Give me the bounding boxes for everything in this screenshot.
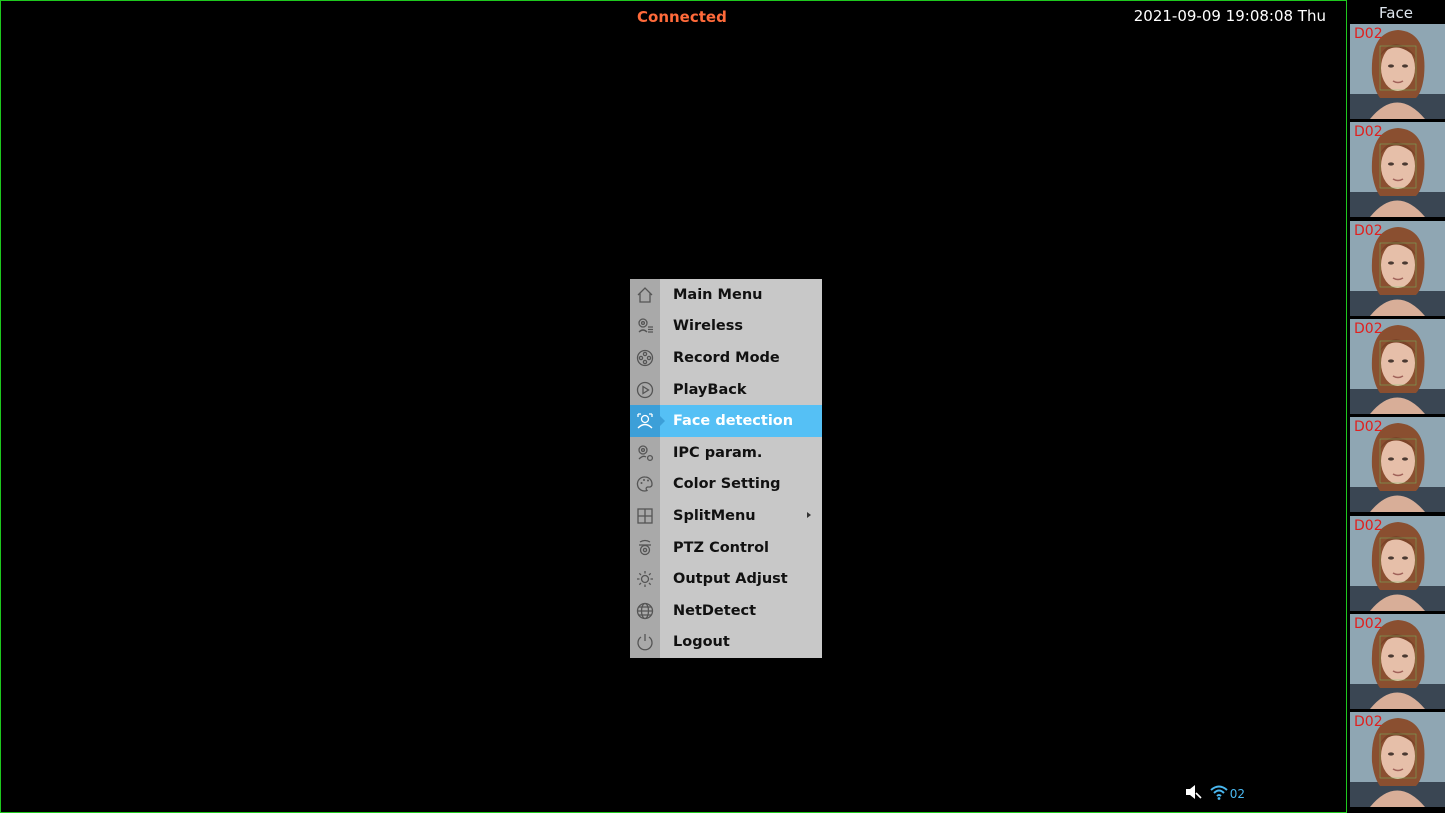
datetime-display: 2021-09-09 19:08:08 Thu	[1133, 7, 1326, 25]
menu-item-label: Main Menu	[673, 286, 763, 303]
connection-status: Connected	[637, 8, 727, 26]
selection-pointer	[660, 416, 665, 427]
menu-item-main-menu[interactable]: Main Menu	[630, 279, 822, 311]
face-thumbnail[interactable]: D02	[1350, 122, 1445, 218]
grid-split-icon	[630, 500, 660, 532]
wireless-camera-list-icon	[630, 311, 660, 343]
face-thumbnail[interactable]: D02	[1350, 318, 1445, 414]
face-thumbnail[interactable]: D02	[1350, 24, 1445, 119]
face-panel-title: Face	[1379, 4, 1413, 22]
menu-item-label: Face detection	[673, 413, 794, 430]
channel-tag: D02	[1354, 26, 1383, 42]
channel-tag: D02	[1354, 124, 1383, 141]
menu-item-playback[interactable]: PlayBack	[630, 374, 822, 406]
wifi-icon	[1210, 784, 1228, 804]
face-thumbnail[interactable]: D02	[1350, 515, 1445, 611]
power-icon	[630, 627, 660, 659]
face-thumbnail[interactable]: D02	[1350, 712, 1445, 808]
home-icon	[630, 279, 660, 311]
menu-item-ipc-param[interactable]: IPC param.	[630, 437, 822, 469]
channel-count: 02	[1229, 787, 1245, 801]
camera-settings-icon	[630, 437, 660, 469]
live-view-area[interactable]: Connected 2021-09-09 19:08:08 Thu Main M…	[0, 0, 1347, 813]
menu-item-label: PlayBack	[673, 381, 747, 398]
speaker-muted-icon[interactable]	[1184, 784, 1202, 804]
menu-item-label: PTZ Control	[673, 539, 770, 556]
film-reel-icon	[630, 342, 660, 374]
menu-item-label: Wireless	[673, 318, 744, 335]
menu-item-logout[interactable]: Logout	[630, 627, 822, 659]
menu-item-face-detection[interactable]: Face detection	[630, 405, 822, 437]
channel-tag: D02	[1354, 714, 1383, 731]
face-thumbnail[interactable]: D02	[1350, 220, 1445, 316]
face-capture-panel: Face D02 D02 D02 D02 D02 D02 D02 D02	[1347, 0, 1445, 813]
submenu-arrow-icon	[807, 512, 811, 519]
brightness-icon	[630, 563, 660, 595]
face-thumbnail[interactable]: D02	[1350, 417, 1445, 513]
menu-item-label: IPC param.	[673, 444, 763, 461]
menu-item-wireless[interactable]: Wireless	[630, 311, 822, 343]
face-thumbnail[interactable]: D02	[1350, 613, 1445, 709]
menu-item-label: Output Adjust	[673, 571, 788, 588]
channel-tag: D02	[1354, 222, 1383, 239]
menu-item-output-adjust[interactable]: Output Adjust	[630, 563, 822, 595]
palette-icon	[630, 469, 660, 501]
channel-tag: D02	[1354, 517, 1383, 534]
channel-tag: D02	[1354, 419, 1383, 436]
channel-tag: D02	[1354, 320, 1383, 337]
menu-item-record-mode[interactable]: Record Mode	[630, 342, 822, 374]
play-circle-icon	[630, 374, 660, 406]
menu-item-color-setting[interactable]: Color Setting	[630, 469, 822, 501]
menu-item-splitmenu[interactable]: SplitMenu	[630, 500, 822, 532]
menu-item-label: Logout	[673, 634, 730, 651]
channel-tag: D02	[1354, 615, 1383, 632]
menu-item-label: NetDetect	[673, 602, 757, 619]
status-bar: 02	[1184, 784, 1245, 804]
face-scan-icon	[630, 405, 660, 437]
globe-icon	[630, 595, 660, 627]
menu-item-ptz-control[interactable]: PTZ Control	[630, 532, 822, 564]
menu-item-label: Color Setting	[673, 476, 781, 493]
menu-item-netdetect[interactable]: NetDetect	[630, 595, 822, 627]
context-menu: Main Menu Wireless Record Mode PlayBack Face…	[630, 279, 822, 658]
ptz-camera-icon	[630, 532, 660, 564]
menu-item-label: Record Mode	[673, 349, 780, 366]
menu-item-label: SplitMenu	[673, 507, 756, 524]
